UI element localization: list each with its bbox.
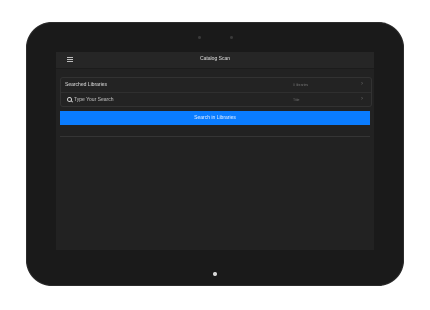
- search-field-selector[interactable]: Title: [293, 98, 299, 102]
- search-input[interactable]: [74, 95, 254, 105]
- searched-libraries-row[interactable]: Searched Libraries 0 libraries ›: [61, 78, 371, 92]
- chevron-right-icon: ›: [361, 96, 363, 102]
- camera-lens-icon: [230, 36, 233, 39]
- camera-sensor-icon: [198, 36, 201, 39]
- search-icon: [67, 97, 72, 102]
- app-screen: Catalog Scan Searched Libraries 0 librar…: [56, 52, 374, 250]
- app-header: Catalog Scan: [56, 52, 374, 69]
- chevron-right-icon: ›: [361, 81, 363, 87]
- search-in-libraries-button[interactable]: Search in Libraries: [60, 111, 370, 125]
- home-button-icon[interactable]: [213, 272, 217, 276]
- search-options-card: Searched Libraries 0 libraries › Title ›: [60, 77, 372, 107]
- divider: [60, 136, 370, 137]
- libraries-count: 0 libraries: [293, 83, 309, 87]
- tablet-device: Catalog Scan Searched Libraries 0 librar…: [26, 22, 404, 286]
- page-title: Catalog Scan: [199, 56, 231, 62]
- searched-libraries-label: Searched Libraries: [65, 82, 107, 88]
- search-row: Title ›: [61, 92, 371, 107]
